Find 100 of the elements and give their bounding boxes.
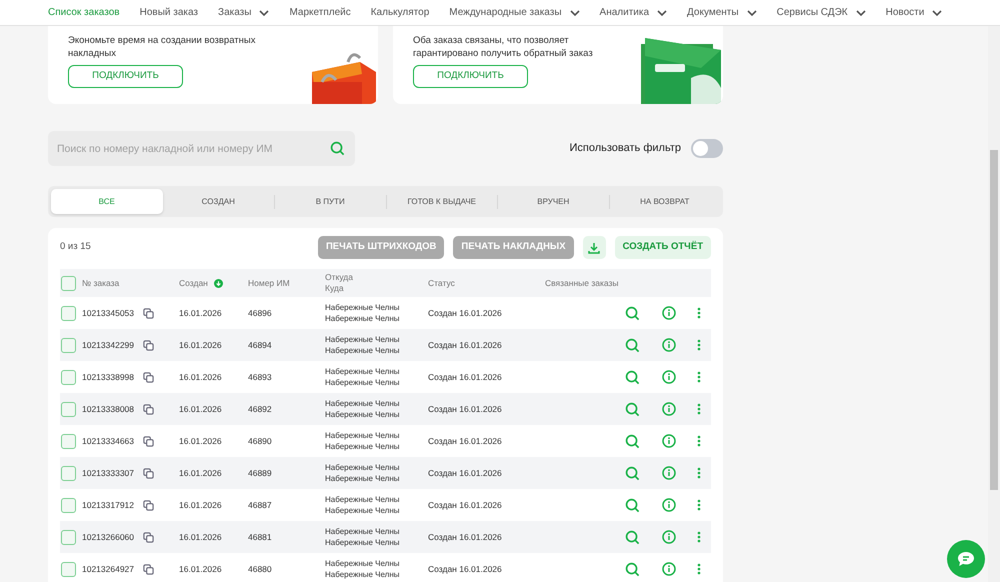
checkbox[interactable] [61,466,76,480]
info-icon[interactable] [662,370,676,384]
from-city: Набережные Челны [325,494,401,505]
shop-number: 46889 [248,466,273,480]
created-date: 16.01.2026 [179,306,223,320]
copy-icon[interactable] [143,532,154,542]
more-icon[interactable] [697,339,701,351]
info-icon[interactable] [662,338,676,352]
search-icon[interactable] [625,338,640,352]
column-header: Куда [325,283,345,294]
copy-icon[interactable] [143,500,154,510]
connect-button[interactable]: ПОДКЛЮЧИТЬ [68,65,183,88]
info-icon[interactable] [662,498,676,512]
chat-button[interactable] [947,540,985,578]
info-icon[interactable] [662,434,676,448]
from-city: Набережные Челны [325,398,401,409]
checkbox[interactable] [61,338,76,352]
from-city: Набережные Челны [325,334,401,345]
copy-icon[interactable] [143,436,154,446]
copy-icon[interactable] [143,308,154,318]
status-tab[interactable]: ГОТОВ К ВЫДАЧЕ [386,189,497,214]
search-icon[interactable] [330,141,345,156]
info-icon[interactable] [662,530,676,544]
copy-icon[interactable] [143,468,154,478]
chevron-down-icon [856,10,866,16]
status-tab[interactable]: ВСЕ [51,189,162,214]
checkbox[interactable] [61,434,76,448]
shop-number: 46881 [248,530,273,544]
scrollbar[interactable] [988,26,1000,582]
filter-toggle[interactable] [691,139,723,158]
created-date: 16.01.2026 [179,498,223,512]
more-icon[interactable] [697,403,701,415]
order-status: Создан 16.01.2026 [428,434,503,448]
order-number: 10213317912 [82,498,134,512]
checkbox[interactable] [61,276,76,290]
to-city: Набережные Челны [325,313,401,324]
nav-item[interactable]: Маркетплейс [289,5,351,20]
column-header: Статус [428,276,456,290]
checkbox[interactable] [61,370,76,384]
to-city: Набережные Челны [325,569,401,580]
copy-icon[interactable] [143,372,154,382]
chevron-down-icon [932,10,942,16]
nav-item[interactable]: Международные заказы [449,5,580,20]
search-icon[interactable] [625,562,640,576]
more-icon[interactable] [697,371,701,383]
status-tab[interactable]: ВРУЧЕН [498,189,608,214]
status-tab[interactable]: В ПУТИ [275,189,386,214]
copy-icon[interactable] [143,404,154,414]
from-city: Набережные Челны [325,462,401,473]
chevron-down-icon [746,10,757,16]
search-icon[interactable] [625,306,640,320]
column-header: Номер ИМ [248,276,291,290]
search-icon[interactable] [625,466,640,480]
column-header: Откуда [325,272,354,283]
more-icon[interactable] [697,563,701,575]
from-city: Набережные Челны [325,430,401,441]
info-icon[interactable] [662,466,676,480]
order-status: Создан 16.01.2026 [428,498,503,512]
more-icon[interactable] [697,499,701,511]
checkbox[interactable] [61,402,76,416]
filter-label: Использовать фильтр [570,141,681,156]
more-icon[interactable] [697,467,701,479]
more-icon[interactable] [697,435,701,447]
nav-item[interactable]: Новый заказ [140,5,198,20]
nav-item[interactable]: Новости [886,5,942,20]
search-field[interactable]: Поиск по номеру накладной или номеру ИМ [48,131,355,166]
to-city: Набережные Челны [325,377,401,388]
checkbox[interactable] [61,530,76,544]
status-tab[interactable]: СОЗДАН [162,189,274,214]
copy-icon[interactable] [143,340,154,350]
download-icon [588,242,600,254]
nav-item[interactable]: Аналитика [600,5,668,20]
nav-item[interactable]: Заказы [218,5,270,20]
info-icon[interactable] [662,402,676,416]
nav-item[interactable]: Сервисы СДЭК [776,5,866,20]
status-tab[interactable]: НА ВОЗВРАТ [610,189,720,214]
checkbox[interactable] [61,562,76,576]
nav-item[interactable]: Калькулятор [370,5,430,20]
nav-item[interactable]: Документы [687,5,757,20]
shop-number: 46892 [248,402,273,416]
from-city: Набережные Челны [325,526,401,537]
order-status: Создан 16.01.2026 [428,306,503,320]
download-button[interactable] [582,236,606,259]
info-icon[interactable] [662,562,676,576]
search-icon[interactable] [625,402,640,416]
search-icon[interactable] [625,530,640,544]
more-icon[interactable] [697,531,701,543]
copy-icon[interactable] [143,564,154,574]
nav-item[interactable]: Список заказов [48,5,120,20]
more-icon[interactable] [697,307,701,319]
sort-down-icon[interactable] [214,278,223,288]
search-icon[interactable] [625,370,640,384]
info-icon[interactable] [662,306,676,320]
create-report-button[interactable]: СОЗДАТЬ ОТЧЁТ [614,236,711,259]
checkbox[interactable] [61,498,76,512]
connect-button[interactable]: ПОДКЛЮЧИТЬ [413,65,528,88]
checkbox[interactable] [61,306,76,320]
order-status: Создан 16.01.2026 [428,530,503,544]
search-icon[interactable] [625,498,640,512]
search-icon[interactable] [625,434,640,448]
